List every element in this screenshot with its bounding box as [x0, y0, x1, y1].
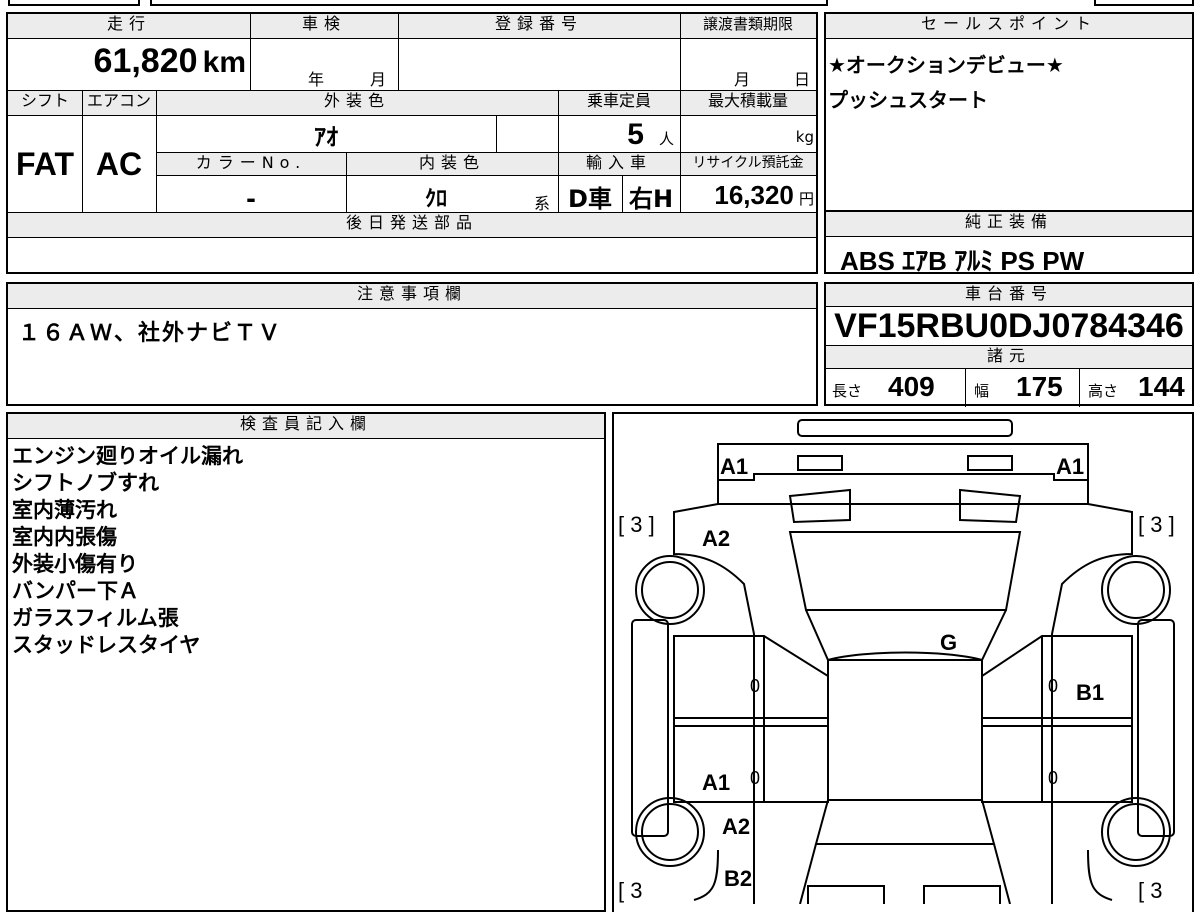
recycle-header: リサイクル預託金	[680, 153, 816, 175]
sales-point-box: セールスポイント ★オークションデビュー★ プッシュスタート	[824, 12, 1194, 212]
notes-value: １６ＡＷ、社外ナビＴＶ	[18, 321, 283, 346]
spec-width: 幅 175	[966, 369, 1080, 407]
damage-label-a2-front: A2	[702, 526, 731, 551]
equipment-box: 純正装備 ABS ｴｱB ｱﾙﾐ PS PW	[824, 210, 1194, 276]
interior-color-header: 内装色	[346, 153, 558, 175]
inspector-line: スタッドレスタイヤ	[12, 633, 201, 657]
notes-box: 注意事項欄 １６ＡＷ、社外ナビＴＶ	[6, 282, 818, 406]
notes-header: 注意事項欄	[8, 284, 816, 309]
damage-label-a1-front-right: A1	[1056, 454, 1085, 479]
top-fragment	[0, 0, 1200, 8]
zero-left-front-door: 0	[750, 676, 761, 696]
inspector-line: 室内薄汚れ	[12, 498, 117, 522]
import-header: 輸入車	[558, 153, 680, 175]
inspector-box: 検査員記入欄 エンジン廻りオイル漏れ シフトノブすれ 室内薄汚れ 室内内張傷 外…	[6, 412, 606, 912]
shift-header: シフト	[8, 91, 82, 115]
car-diagram	[631, 419, 1175, 904]
inspector-notes: エンジン廻りオイル漏れ シフトノブすれ 室内薄汚れ 室内内張傷 外装小傷有り バ…	[8, 439, 604, 659]
tire-tread-rear-left: [ 3	[618, 878, 643, 903]
sales-point-header: セールスポイント	[826, 14, 1192, 39]
inspection-header: 車検	[250, 14, 398, 38]
damage-label-a1-front-left: A1	[720, 454, 749, 479]
spec-height: 高さ 144	[1088, 371, 1185, 402]
mileage-header: 走行	[8, 14, 250, 38]
ac-value: AC	[95, 145, 143, 182]
damage-label-a1-rear-left: A1	[702, 770, 731, 795]
sales-point-line2: プッシュスタート	[828, 88, 988, 112]
equipment-value: ABS ｴｱB ｱﾙﾐ PS PW	[840, 246, 1085, 276]
tire-tread-front-left: [ 3 ]	[618, 512, 655, 537]
equipment-header: 純正装備	[826, 212, 1192, 237]
inspector-line: バンパー下Ａ	[12, 579, 140, 603]
color-number-value: -	[246, 185, 256, 213]
inspector-header: 検査員記入欄	[8, 414, 604, 439]
inspection-month: 月	[370, 70, 387, 89]
capacity-value: 5 人	[627, 118, 674, 151]
shift-value: FAT	[15, 145, 75, 182]
zero-left-rear-door: 0	[750, 768, 761, 788]
max-load-header: 最大積載量	[680, 91, 816, 115]
spec-length: 長さ 409	[826, 369, 966, 407]
inspector-line: 室内内張傷	[12, 525, 117, 549]
exterior-color-value: ｱｵ	[314, 122, 338, 151]
inspection-year: 年	[308, 70, 325, 89]
car-diagram-box: A1 A1 [ 3 ] [ 3 ] A2 G B1 0 0 A1 0 0 A2 …	[612, 412, 1194, 912]
transfer-month: 月	[734, 70, 751, 89]
capacity-header: 乗車定員	[558, 91, 680, 115]
inspector-line: エンジン廻りオイル漏れ	[12, 444, 243, 468]
vehicle-info-table: 走行 車検 登録番号 譲渡書類期限 61,820 km 年 月 月 日 シフト …	[6, 12, 818, 274]
exterior-color-header: 外装色	[156, 91, 558, 115]
chassis-box: 車台番号 VF15RBU0DJ0784346 諸元 長さ 409 幅 175 高…	[824, 282, 1194, 407]
transfer-deadline-header: 譲渡書類期限	[680, 14, 816, 38]
sales-point-line1: ★オークションデビュー★	[828, 53, 1064, 77]
chassis-header: 車台番号	[826, 284, 1192, 307]
inspector-line: 外装小傷有り	[12, 552, 138, 576]
specs-header: 諸元	[826, 345, 1192, 369]
ac-header: エアコン	[82, 91, 156, 115]
max-load-unit: kg	[795, 128, 814, 146]
recycle-value: 16,320 円	[714, 180, 814, 210]
damage-label-g-windshield: G	[940, 630, 958, 655]
interior-suffix: 系	[534, 194, 551, 213]
mileage-value: 61,820 km	[93, 42, 246, 80]
inspector-line: シフトノブすれ	[12, 471, 159, 495]
import-handle-value: 右H	[628, 184, 674, 213]
import-dealer-value: D車	[568, 184, 612, 213]
chassis-number: VF15RBU0DJ0784346	[834, 306, 1184, 345]
interior-color-value: ｸﾛ	[424, 187, 447, 212]
damage-label-b1-right: B1	[1076, 680, 1105, 705]
transfer-day: 日	[794, 70, 811, 89]
zero-right-rear-door: 0	[1048, 768, 1059, 788]
color-number-header: カラーNo.	[156, 153, 346, 175]
tire-tread-front-right: [ 3 ]	[1138, 512, 1175, 537]
zero-right-front-door: 0	[1048, 676, 1059, 696]
later-parts-value	[8, 238, 816, 272]
damage-label-b2-rear: B2	[724, 866, 753, 891]
inspector-line: ガラスフィルム張	[12, 606, 179, 630]
later-parts-header: 後日発送部品	[8, 213, 816, 237]
damage-label-a2-rear: A2	[722, 814, 751, 839]
registration-header: 登録番号	[398, 14, 680, 38]
tire-tread-rear-right: [ 3	[1138, 878, 1163, 903]
